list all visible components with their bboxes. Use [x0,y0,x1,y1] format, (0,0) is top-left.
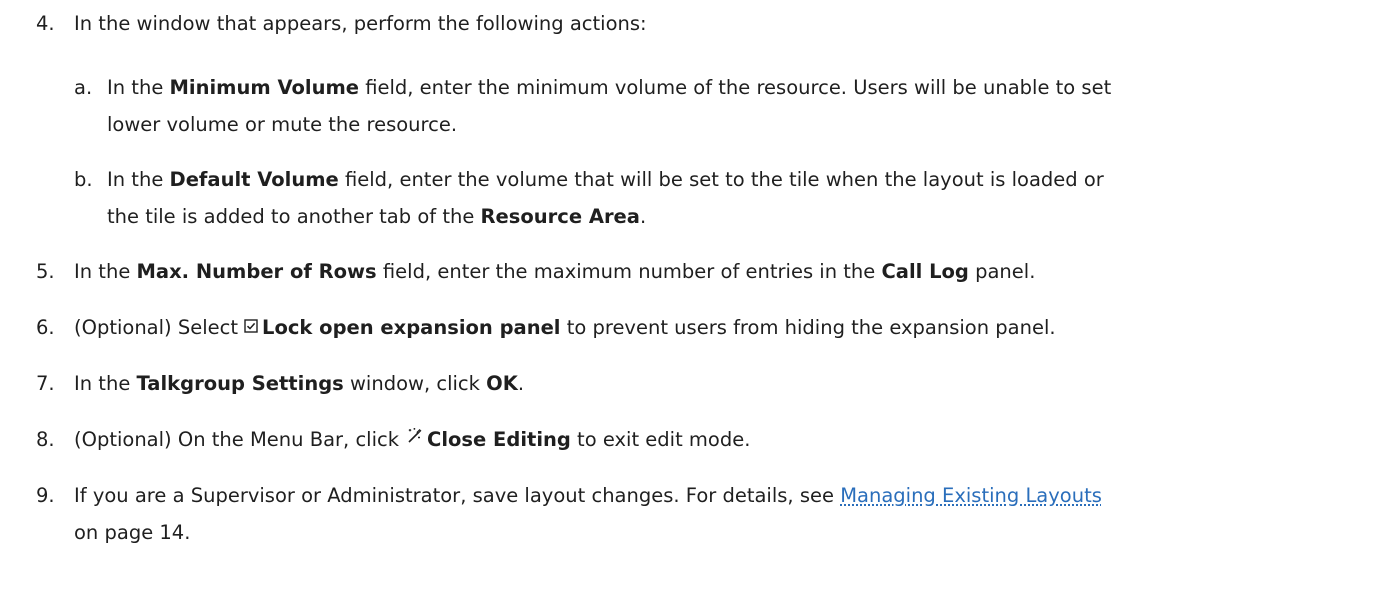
step-4b-post: field, enter the volume that will be set… [338,168,1104,191]
step-4-number: 4. [36,12,55,35]
resource-area-term: Resource Area [480,205,640,228]
step-4b-text: In the Default Volume field, enter the v… [107,167,1104,193]
managing-existing-layouts-link[interactable]: Managing Existing Layouts [840,484,1102,507]
max-rows-term: Max. Number of Rows [136,260,377,283]
step-5-post: panel. [968,260,1036,283]
step-7-number: 7. [36,372,55,395]
checkbox-checked-icon [244,314,258,340]
close-editing-term: Close Editing [427,428,571,451]
step-4b-number: b. [74,168,93,191]
step-7-pre: In the [74,372,137,395]
default-volume-term: Default Volume [169,168,339,191]
step-4b-continuation: the tile is added to another tab of the … [107,204,646,230]
step-9-text: If you are a Supervisor or Administrator… [74,483,1102,509]
step-8-pre: (Optional) On the Menu Bar, click [74,428,400,451]
step-5-text: In the Max. Number of Rows field, enter … [74,259,1035,285]
step-6-text: (Optional) Select Lock open expansion pan… [74,315,1056,342]
minimum-volume-term: Minimum Volume [169,76,360,99]
step-7-text: In the Talkgroup Settings window, click … [74,371,524,397]
step-4a-continuation: lower volume or mute the resource. [107,112,457,138]
step-4b-cont-post: . [639,205,647,228]
step-8-number: 8. [36,428,55,451]
close-editing-wand-icon [405,426,423,452]
document-page: 4. In the window that appears, perform t… [0,0,1400,608]
step-9-cont: on page 14. [74,521,191,544]
step-4a-cont: lower volume or mute the resource. [107,113,458,136]
step-8-text: (Optional) On the Menu Bar, click Close E… [74,427,750,454]
step-4-text: In the window that appears, perform the … [74,11,647,37]
step-4-label: In the window that appears, perform the … [74,12,647,35]
step-4a-number: a. [74,76,93,99]
step-4b-cont-pre: the tile is added to another tab of the [107,205,481,228]
step-9-continuation: on page 14. [74,520,190,546]
step-6-number: 6. [36,316,55,339]
step-4a-post: field, enter the minimum volume of the r… [359,76,1112,99]
step-7-mid: window, click [343,372,487,395]
ok-term: OK [486,372,518,395]
step-6-post: to prevent users from hiding the expansi… [560,316,1056,339]
step-4a-text: In the Minimum Volume field, enter the m… [107,75,1111,101]
step-9-number: 9. [36,484,55,507]
lock-open-expansion-panel-term: Lock open expansion panel [262,316,561,339]
step-6-pre: (Optional) Select [74,316,239,339]
step-4a-pre: In the [107,76,170,99]
step-4b-pre: In the [107,168,170,191]
step-5-number: 5. [36,260,55,283]
step-5-pre: In the [74,260,137,283]
talkgroup-settings-term: Talkgroup Settings [136,372,344,395]
step-5-mid: field, enter the maximum number of entri… [376,260,882,283]
step-7-post: . [517,372,525,395]
call-log-term: Call Log [881,260,969,283]
step-9-pre: If you are a Supervisor or Administrator… [74,484,841,507]
step-8-post: to exit edit mode. [570,428,751,451]
